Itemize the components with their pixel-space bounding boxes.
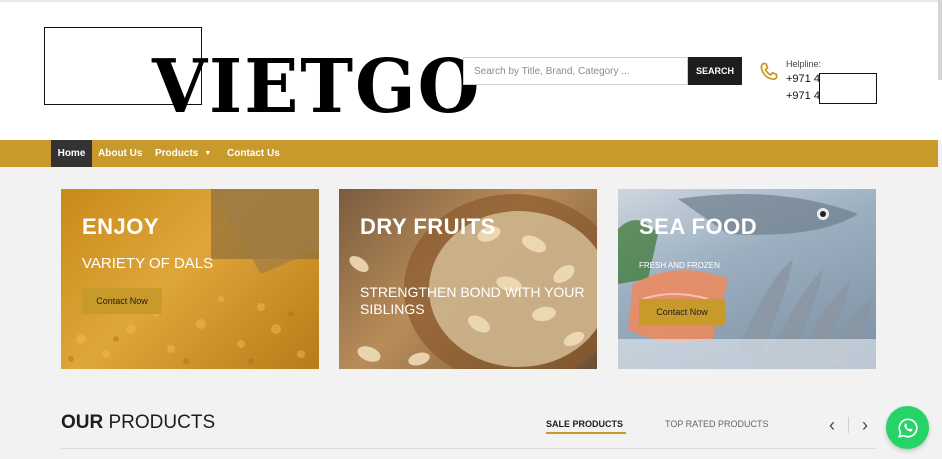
nav-products[interactable]: Products ▼ (155, 140, 211, 167)
contact-now-button[interactable]: Contact Now (82, 288, 162, 314)
section-title-bold: OUR (61, 412, 104, 433)
caret-down-icon: ▼ (204, 150, 212, 157)
arrow-divider (848, 417, 849, 433)
search-input[interactable] (463, 57, 688, 85)
tab-top-rated-products[interactable]: TOP RATED PRODUCTS (665, 419, 769, 429)
section-title: OUR PRODUCTS (61, 412, 215, 434)
helpline-label: Helpline: (786, 59, 822, 69)
phone-icon (760, 62, 778, 81)
banner-subtitle: STRENGTHEN BOND WITH YOUR SIBLINGS (360, 284, 585, 317)
banner-subtitle: FRESH AND FROZEN (639, 261, 720, 270)
nav-contact-us[interactable]: Contact Us (227, 140, 280, 167)
prev-arrow-icon[interactable]: ‹ (823, 414, 841, 436)
nav-products-label: Products (155, 148, 199, 159)
helpline-phone-1[interactable]: +971 4 (786, 73, 820, 85)
main-navigation: Home About Us Products ▼ Contact Us (0, 140, 938, 167)
whatsapp-button[interactable] (886, 406, 929, 449)
section-divider (61, 448, 876, 449)
contact-now-button[interactable]: Contact Now (639, 299, 725, 325)
helpline-phone-2[interactable]: +971 4 (786, 90, 820, 102)
tab-sale-products[interactable]: SALE PRODUCTS (546, 419, 623, 429)
banner-title: SEA FOOD (639, 214, 758, 239)
banner-dry-fruits[interactable]: DRY FRUITS STRENGTHEN BOND WITH YOUR SIB… (339, 189, 597, 369)
nav-about-us[interactable]: About Us (98, 140, 142, 167)
banner-subtitle: VARIETY OF DALS (82, 255, 214, 272)
nav-home[interactable]: Home (51, 140, 92, 167)
banner-title: ENJOY (82, 214, 160, 239)
active-tab-indicator (546, 432, 626, 434)
site-header: VIETGO SEARCH Helpline: +971 4 +971 4 (0, 0, 942, 140)
top-border (0, 0, 942, 2)
banner-title: DRY FRUITS (360, 214, 496, 239)
next-arrow-icon[interactable]: › (856, 414, 874, 436)
phone-redaction-box (819, 73, 877, 104)
page-scrollbar[interactable] (938, 0, 942, 80)
site-logo[interactable]: VIETGO (152, 44, 481, 130)
banner-dals[interactable]: ENJOY VARIETY OF DALS Contact Now (61, 189, 319, 369)
banner-sea-food[interactable]: SEA FOOD FRESH AND FROZEN Contact Now (618, 189, 876, 369)
whatsapp-icon (897, 417, 918, 438)
section-title-rest: PRODUCTS (103, 412, 216, 433)
search-button[interactable]: SEARCH (688, 57, 742, 85)
